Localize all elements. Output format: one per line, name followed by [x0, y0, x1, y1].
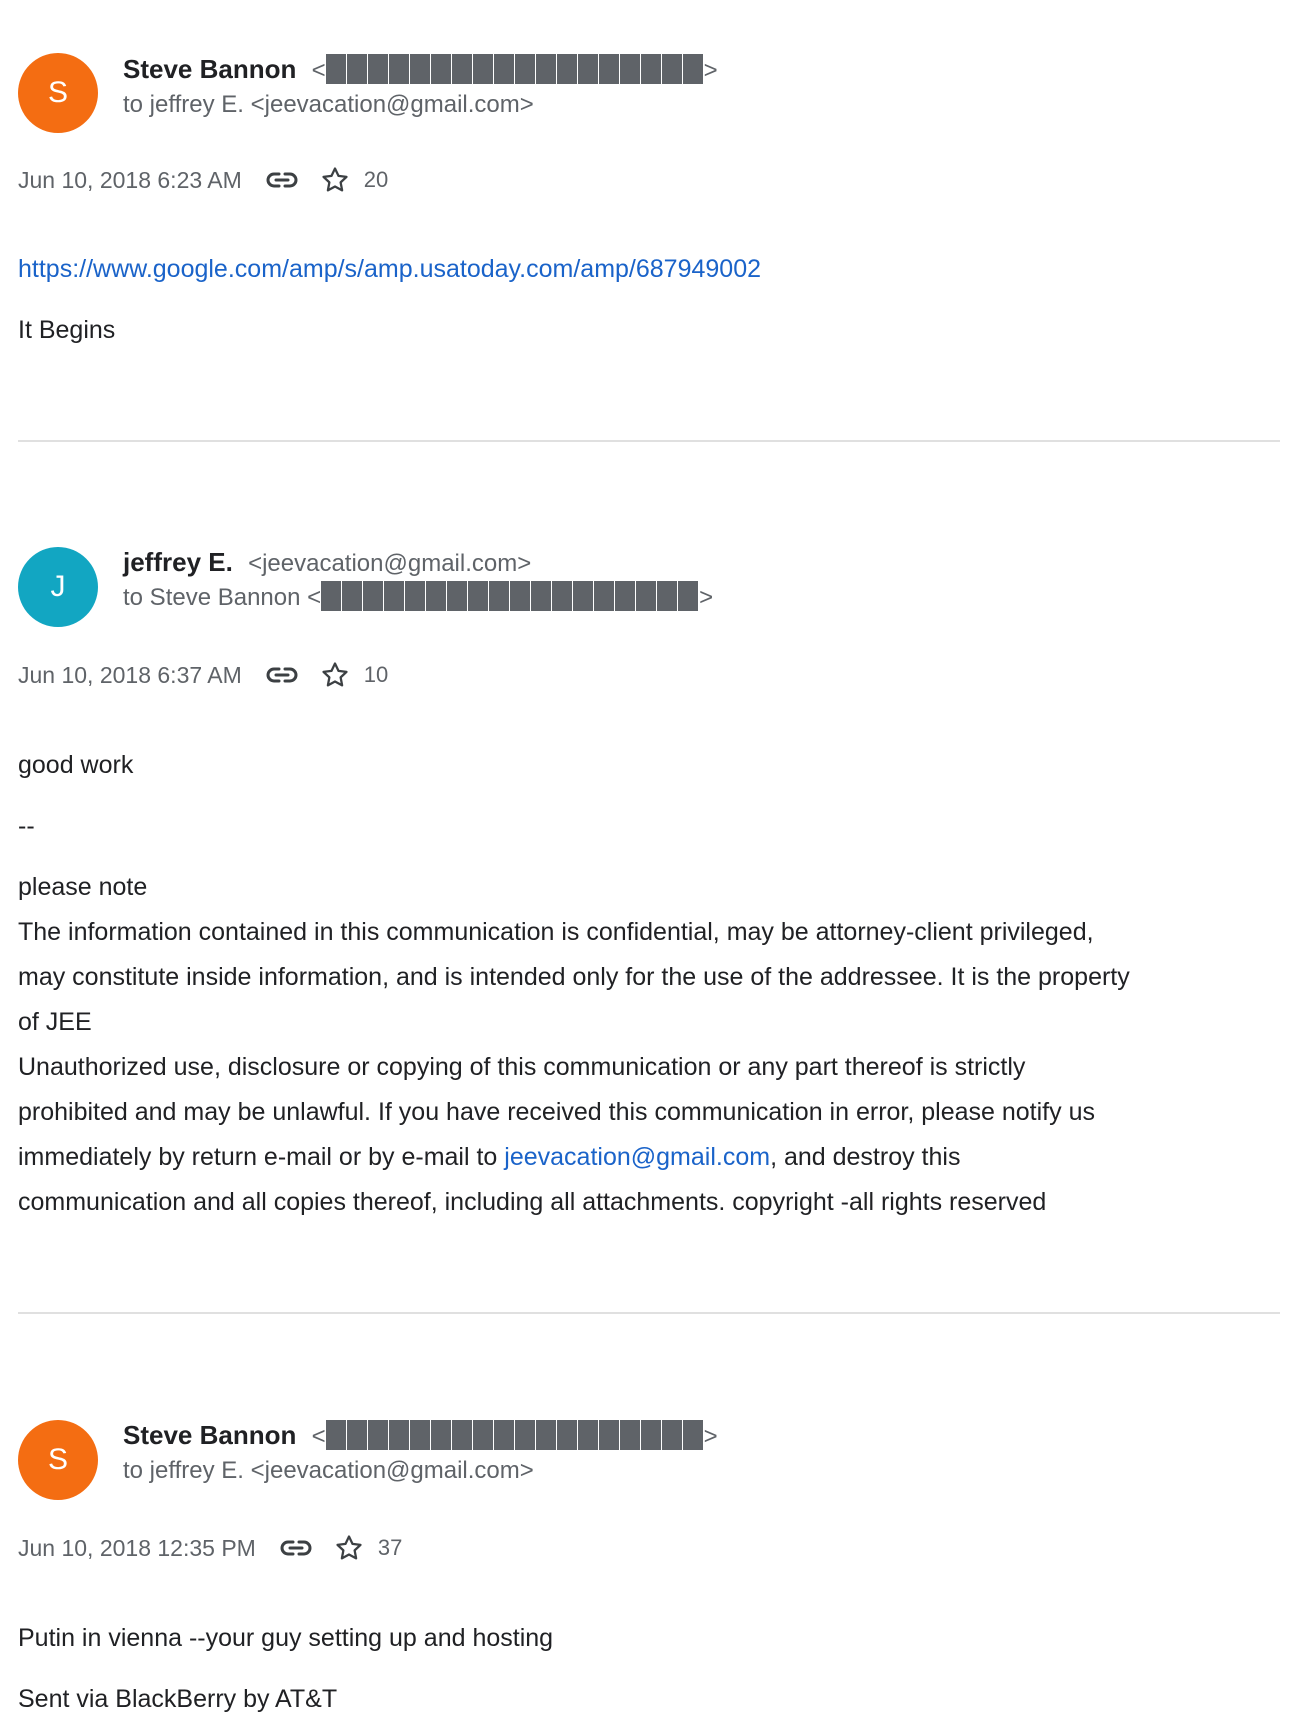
- message-header: Steve Bannon < > to jeffrey E. <jeevacati…: [123, 1418, 718, 1488]
- star-icon[interactable]: [320, 660, 350, 690]
- star-count: 10: [363, 662, 389, 687]
- redacted-email: [325, 1420, 704, 1450]
- message-header: Steve Bannon < > to jeffrey E. <jeevacati…: [123, 52, 718, 122]
- recipient-prefix: to Steve Bannon <: [123, 584, 322, 611]
- star-count: 37: [377, 1535, 403, 1560]
- disclaimer-line: The information contained in this commun…: [18, 918, 1094, 946]
- timestamp: Jun 10, 2018 6:37 AM: [18, 661, 242, 688]
- avatar-letter: J: [50, 570, 66, 603]
- message-body: good work -- please note The information…: [18, 743, 1130, 1225]
- signature-text: Sent via BlackBerry by AT&T: [18, 1685, 338, 1713]
- email-message-2: J jeffrey E. <jeevacation@gmail.com> to …: [18, 540, 1280, 1240]
- sender-name[interactable]: Steve Bannon: [123, 54, 296, 84]
- sender-address-open: <: [311, 57, 326, 84]
- sender-line: Steve Bannon < >: [123, 1418, 718, 1452]
- timestamp: Jun 10, 2018 12:35 PM: [18, 1534, 256, 1561]
- disclaimer-text: , and destroy this: [770, 1143, 961, 1171]
- disclaimer-line: immediately by return e-mail or by e-mai…: [18, 1135, 1130, 1180]
- message-header: jeffrey E. <jeevacation@gmail.com> to St…: [123, 545, 713, 615]
- sender-name[interactable]: jeffrey E.: [123, 547, 233, 577]
- email-message-1: S Steve Bannon < > to jeffrey E. <jeevaca…: [18, 0, 1280, 400]
- message-divider: [18, 1312, 1280, 1314]
- sender-address: < >: [311, 1420, 718, 1450]
- redacted-email: [325, 54, 704, 84]
- link-icon[interactable]: [266, 665, 298, 685]
- avatar-letter: S: [47, 1443, 68, 1476]
- body-text: Putin in vienna --your guy setting up an…: [18, 1624, 554, 1652]
- sender-address: <jeevacation@gmail.com>: [248, 550, 532, 577]
- star-count: 20: [363, 167, 389, 192]
- message-divider: [18, 440, 1280, 442]
- signature-separator: --: [18, 812, 35, 840]
- recipient-line: to jeffrey E. <jeevacation@gmail.com>: [123, 91, 534, 118]
- sender-address: < >: [311, 54, 718, 84]
- recipient-line: to Steve Bannon < >: [123, 581, 713, 615]
- disclaimer-line: of JEE: [18, 1008, 92, 1036]
- recipient-line: to jeffrey E. <jeevacation@gmail.com>: [123, 1457, 534, 1484]
- sender-name[interactable]: Steve Bannon: [123, 1420, 296, 1450]
- redacted-email: [321, 581, 700, 611]
- url-link[interactable]: https://www.google.com/amp/s/amp.usatoda…: [18, 247, 761, 292]
- sender-address-close: >: [703, 1423, 718, 1450]
- avatar[interactable]: S: [18, 1420, 98, 1500]
- sender-line: jeffrey E. <jeevacation@gmail.com>: [123, 545, 713, 579]
- message-meta: Jun 10, 2018 12:35 PM 37: [18, 1533, 402, 1563]
- sender-line: Steve Bannon < >: [123, 52, 718, 86]
- message-body: Putin in vienna --your guy setting up an…: [18, 1616, 553, 1722]
- body-text: good work: [18, 751, 134, 779]
- star-icon[interactable]: [334, 1533, 364, 1563]
- disclaimer-line: communication and all copies thereof, in…: [18, 1188, 1047, 1216]
- message-meta: Jun 10, 2018 6:23 AM 20: [18, 165, 388, 195]
- avatar-letter: S: [47, 76, 68, 109]
- message-body: https://www.google.com/amp/s/amp.usatoda…: [18, 247, 761, 353]
- sender-address-close: >: [703, 57, 718, 84]
- avatar[interactable]: S: [18, 53, 98, 133]
- star-icon[interactable]: [320, 165, 350, 195]
- disclaimer-title: please note: [18, 873, 148, 901]
- recipient-suffix: >: [699, 584, 714, 611]
- disclaimer-text: immediately by return e-mail or by e-mai…: [18, 1143, 505, 1171]
- message-meta: Jun 10, 2018 6:37 AM 10: [18, 660, 388, 690]
- email-message-3: S Steve Bannon < > to jeffrey E. <jeevaca…: [18, 1400, 1280, 1732]
- email-link[interactable]: jeevacation@gmail.com: [504, 1143, 770, 1171]
- disclaimer-line: may constitute inside information, and i…: [18, 963, 1130, 991]
- body-text: It Begins: [18, 316, 116, 344]
- disclaimer-line: Unauthorized use, disclosure or copying …: [18, 1053, 1026, 1081]
- timestamp: Jun 10, 2018 6:23 AM: [18, 166, 242, 193]
- disclaimer-line: prohibited and may be unlawful. If you h…: [18, 1098, 1095, 1126]
- link-icon[interactable]: [266, 170, 298, 190]
- avatar[interactable]: J: [18, 547, 98, 627]
- link-icon[interactable]: [280, 1538, 312, 1558]
- sender-address-open: <: [311, 1423, 326, 1450]
